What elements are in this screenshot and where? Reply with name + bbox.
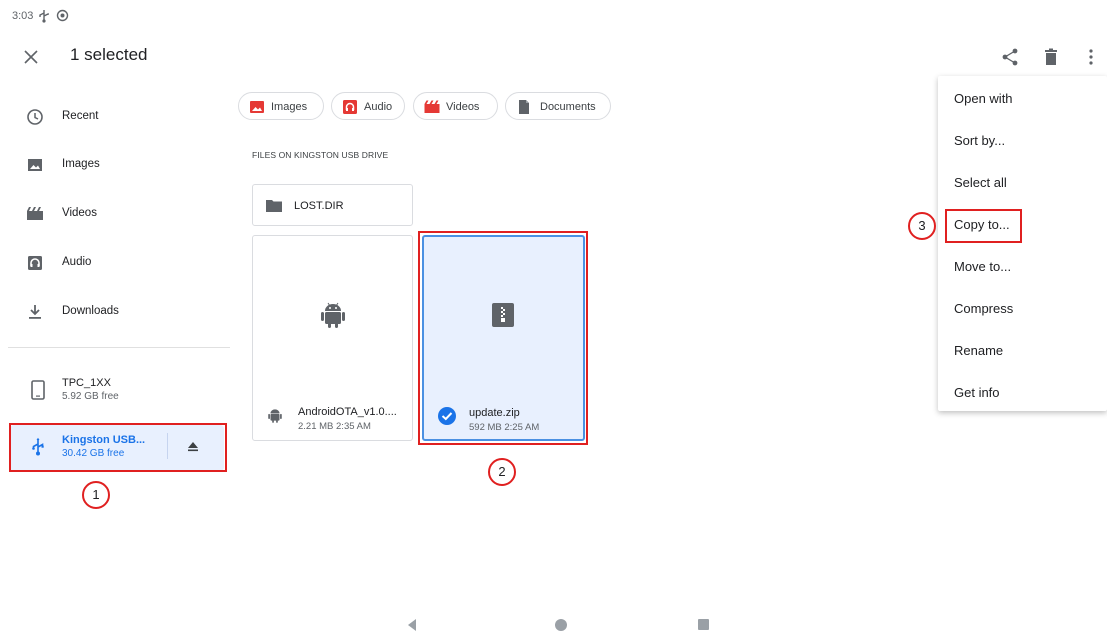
sidebar-item-audio[interactable]: Audio [0,240,236,286]
sidebar-item-videos[interactable]: Videos [0,191,236,237]
video-icon [27,207,43,220]
annotation-highlight-kingston [9,423,227,472]
file-name: AndroidOTA_v1.0.... [298,406,397,418]
chip-videos[interactable]: Videos [413,92,498,120]
sidebar-item-label: Audio [62,256,92,268]
sidebar-item-tpc-1xx[interactable]: TPC_1XX 5.92 GB free [0,368,236,414]
clock-icon [27,109,43,125]
menu-item-label: Get info [954,385,1000,400]
chip-audio[interactable]: Audio [331,92,405,120]
android-icon [321,302,345,328]
share-icon[interactable] [999,46,1021,68]
device-free-space: 5.92 GB free [62,391,119,402]
download-icon [29,305,41,319]
folder-icon [266,200,282,212]
file-card-androidota[interactable]: AndroidOTA_v1.0.... 2.21 MB 2:35 AM [252,235,413,441]
menu-item-select-all[interactable]: Select all [938,161,1107,203]
sidebar-item-images[interactable]: Images [0,142,236,188]
app-bar: 1 selected [0,36,1107,80]
menu-item-compress[interactable]: Compress [938,287,1107,329]
sidebar-divider [8,347,230,348]
annotation-step-badge: 3 [908,212,936,240]
sidebar-item-label: Videos [62,207,97,219]
menu-item-label: Sort by... [954,133,1006,148]
menu-item-rename[interactable]: Rename [938,329,1107,371]
sidebar-item-label: Recent [62,110,99,122]
folder-item-lost-dir[interactable]: LOST.DIR [252,184,413,226]
image-icon [250,101,264,113]
annotation-highlight-copy-to [945,209,1022,243]
usb-icon [39,10,49,23]
menu-item-sort-by[interactable]: Sort by... [938,119,1107,161]
chip-documents[interactable]: Documents [505,92,611,120]
chip-images[interactable]: Images [238,92,324,120]
menu-item-label: Select all [954,175,1007,190]
sidebar-item-recent[interactable]: Recent [0,94,236,140]
video-icon [424,100,440,113]
chip-label: Audio [364,101,393,113]
annotation-step-badge: 1 [82,481,110,509]
sidebar-item-label: Images [62,158,100,170]
audio-icon [28,256,42,270]
chip-label: Documents [540,101,596,113]
sidebar-item-downloads[interactable]: Downloads [0,289,236,335]
selection-count-title: 1 selected [70,45,148,64]
sync-icon [56,9,69,22]
home-icon[interactable] [554,618,568,632]
annotation-highlight-update-zip [418,231,588,445]
menu-item-label: Move to... [954,259,1012,274]
menu-item-open-with[interactable]: Open with [938,77,1107,119]
delete-icon[interactable] [1040,46,1062,68]
folder-name: LOST.DIR [294,200,344,212]
sidebar-item-label: Downloads [62,305,119,317]
menu-item-label: Open with [954,91,1013,106]
android-icon [268,409,282,423]
menu-item-move-to[interactable]: Move to... [938,245,1107,287]
file-thumbnail [253,236,412,396]
menu-item-get-info[interactable]: Get info [938,371,1107,413]
phone-icon [31,380,45,400]
image-icon [28,159,42,171]
system-nav-bar [0,618,1107,644]
device-name: TPC_1XX [62,377,111,389]
more-vert-icon[interactable] [1080,46,1102,68]
menu-item-label: Compress [954,301,1014,316]
recents-icon[interactable] [697,618,710,631]
close-icon[interactable] [20,46,42,68]
status-bar: 3:03 [0,0,1107,36]
file-meta: 2.21 MB 2:35 AM [298,421,371,432]
section-header: FILES ON KINGSTON USB DRIVE [252,150,389,160]
audio-icon [343,100,357,114]
annotation-step-badge: 2 [488,458,516,486]
back-icon[interactable] [406,618,418,632]
status-time: 3:03 [12,10,34,22]
chip-label: Videos [446,101,480,113]
overflow-menu: Open with Sort by... Select all Copy to.… [938,76,1107,411]
chip-label: Images [271,101,308,113]
document-icon [519,100,529,114]
menu-item-label: Rename [954,343,1004,358]
